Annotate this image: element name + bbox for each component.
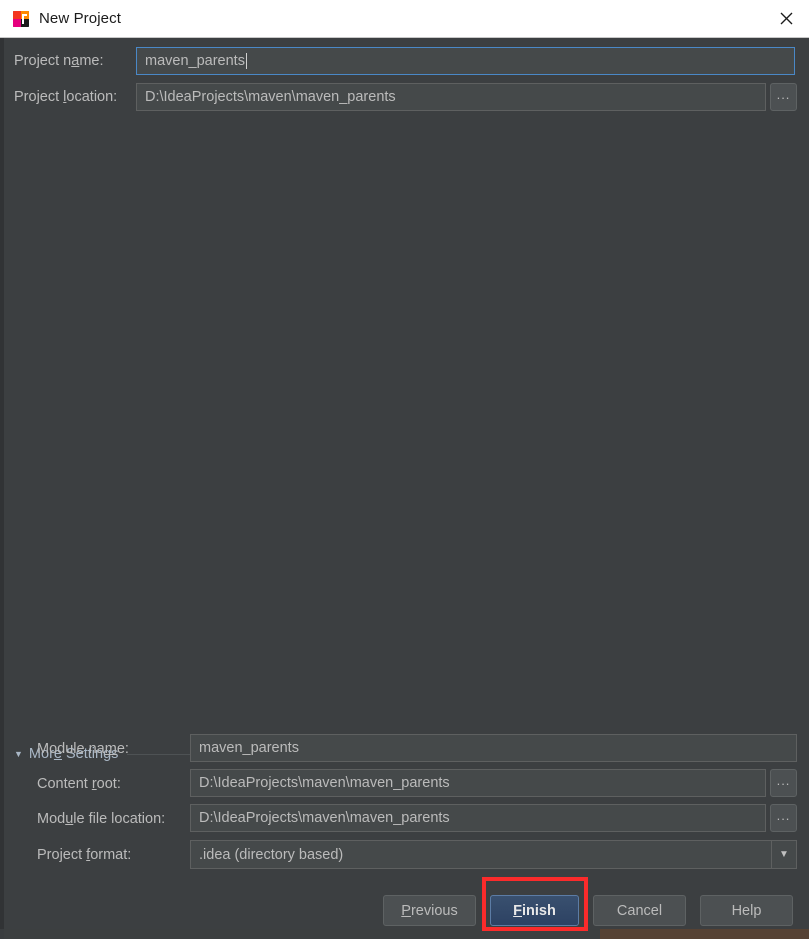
module-name-value: maven_parents <box>199 740 299 756</box>
close-icon[interactable] <box>763 0 809 37</box>
finish-button[interactable]: Finish <box>490 895 579 926</box>
project-name-value: maven_parents <box>145 53 245 69</box>
content-root-label: Content root: <box>37 776 121 792</box>
project-name-input[interactable]: maven_parents <box>136 47 795 75</box>
finish-button-post: inish <box>522 902 556 919</box>
project-format-label-post: ormat: <box>90 847 132 863</box>
previous-button-post: revious <box>410 902 458 919</box>
left-edge-strip <box>0 38 4 939</box>
project-name-label: Project name: <box>14 53 103 69</box>
ellipsis-icon: ... <box>776 808 791 823</box>
content-root-label-post: oot: <box>96 776 121 792</box>
content-root-browse-button[interactable]: ... <box>770 769 797 797</box>
project-location-value: D:\IdeaProjects\maven\maven_parents <box>145 89 396 105</box>
help-button[interactable]: Help <box>700 895 793 926</box>
chevron-down-icon: ▼ <box>14 748 23 759</box>
previous-button-mnemonic: P <box>401 902 411 919</box>
titlebar: New Project <box>0 0 809 38</box>
bottom-strip-right <box>600 929 809 939</box>
module-file-location-value: D:\IdeaProjects\maven\maven_parents <box>199 810 450 826</box>
module-file-location-label-post: le file location: <box>73 811 166 827</box>
project-format-select[interactable]: .idea (directory based) ▼ <box>190 840 797 869</box>
project-location-label-pre: Project <box>14 89 64 105</box>
project-name-label-pre: Project n <box>14 53 72 69</box>
project-name-label-post: me: <box>79 53 104 69</box>
content-root-input[interactable]: D:\IdeaProjects\maven\maven_parents <box>190 769 766 797</box>
content-root-value: D:\IdeaProjects\maven\maven_parents <box>199 775 450 791</box>
ellipsis-icon: ... <box>776 87 791 102</box>
project-format-label: Project format: <box>37 847 131 863</box>
project-location-label: Project location: <box>14 89 117 105</box>
module-name-label-pre: Module na <box>37 741 105 757</box>
previous-button[interactable]: Previous <box>383 895 476 926</box>
bottom-strip-left <box>0 929 600 939</box>
project-location-browse-button[interactable]: ... <box>770 83 797 111</box>
ellipsis-icon: ... <box>776 773 791 788</box>
content-root-label-pre: Content <box>37 776 92 792</box>
cancel-button-label: Cancel <box>616 902 663 919</box>
finish-button-mnemonic: F <box>513 902 522 919</box>
new-project-dialog: New Project Project name: maven_parents … <box>0 0 809 939</box>
help-button-label: Help <box>731 902 762 919</box>
module-file-location-label: Module file location: <box>37 811 165 827</box>
chevron-down-icon[interactable]: ▼ <box>771 841 796 868</box>
project-format-label-pre: Project <box>37 847 87 863</box>
text-caret <box>245 53 247 69</box>
module-name-label-mnemonic: m <box>104 741 117 757</box>
module-name-label-post: e: <box>116 741 129 757</box>
project-location-label-post: ocation: <box>66 89 118 105</box>
module-file-location-label-pre: Mod <box>37 811 66 827</box>
module-file-location-browse-button[interactable]: ... <box>770 804 797 832</box>
dialog-body: Project name: maven_parents Project loca… <box>0 38 809 939</box>
window-title: New Project <box>39 10 121 27</box>
module-file-location-input[interactable]: D:\IdeaProjects\maven\maven_parents <box>190 804 766 832</box>
cancel-button[interactable]: Cancel <box>593 895 686 926</box>
module-name-input[interactable]: maven_parents <box>190 734 797 762</box>
project-location-input[interactable]: D:\IdeaProjects\maven\maven_parents <box>136 83 766 111</box>
project-format-value: .idea (directory based) <box>199 846 344 863</box>
intellij-idea-icon <box>13 10 29 27</box>
module-name-label: Module name: <box>37 741 129 757</box>
